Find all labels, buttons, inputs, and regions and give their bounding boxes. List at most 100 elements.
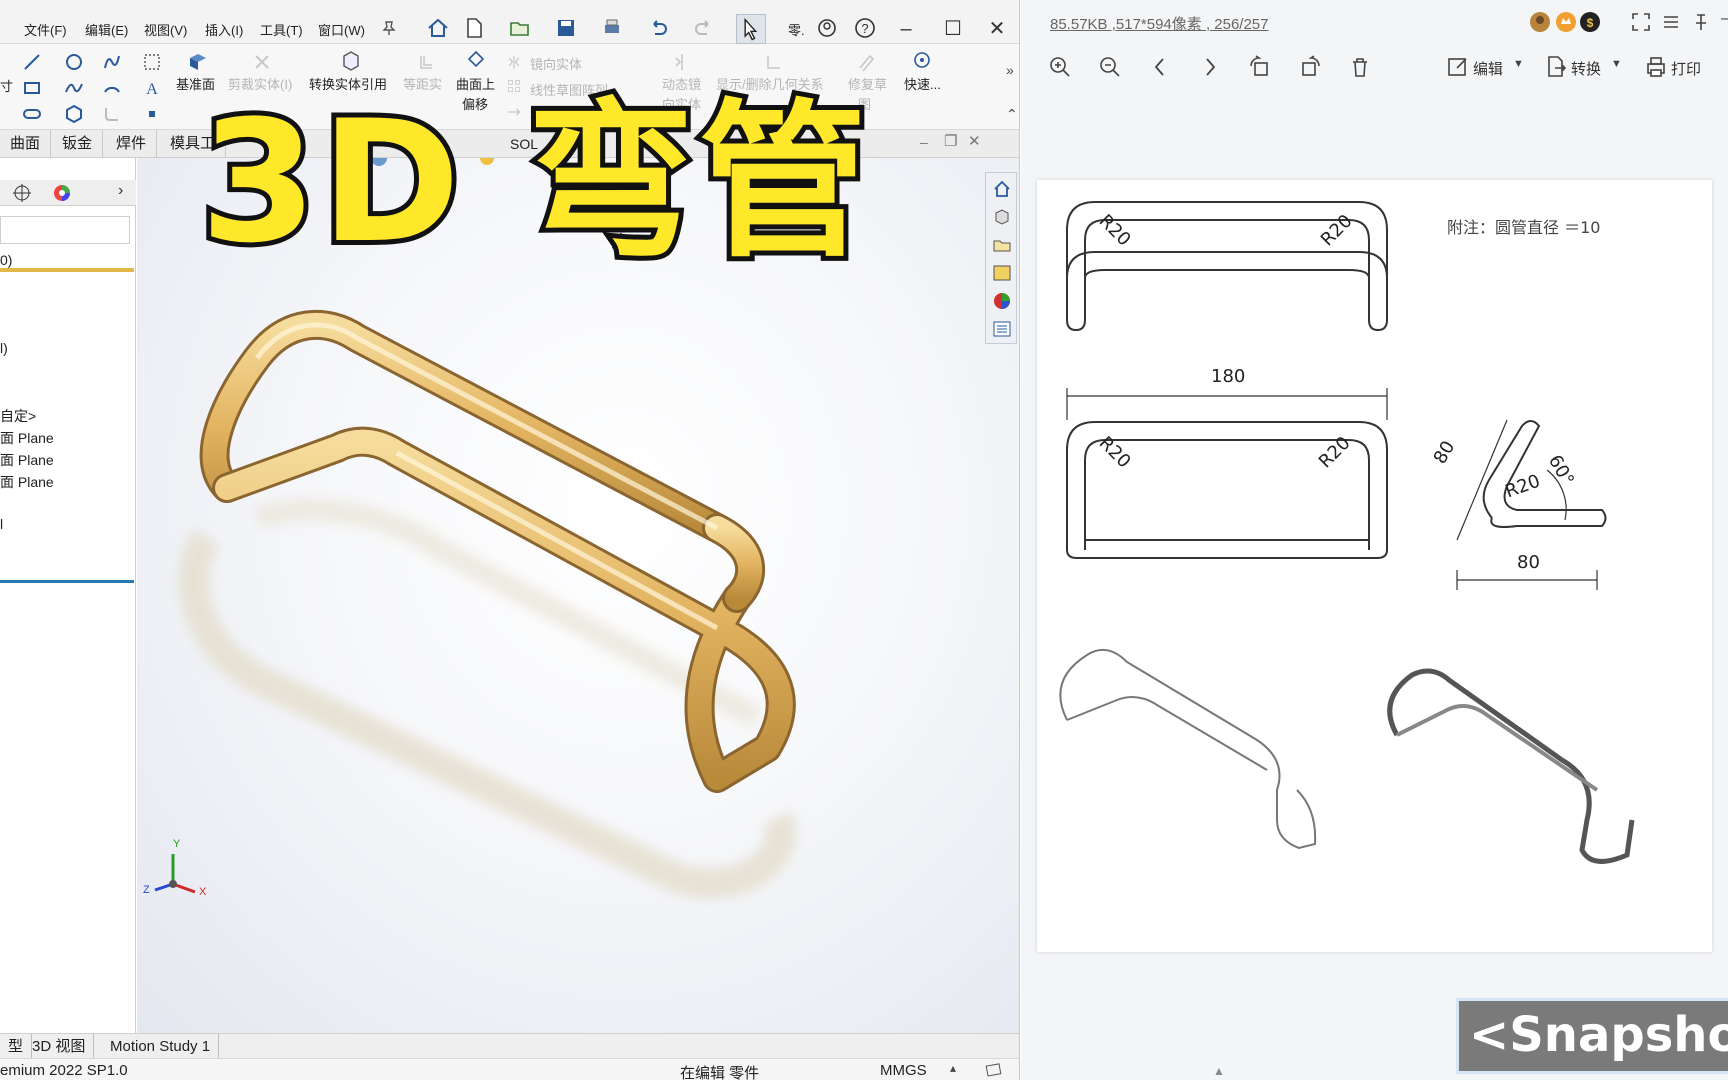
avatar[interactable]: [1529, 11, 1551, 33]
undo-icon[interactable]: [646, 16, 670, 40]
slot-icon[interactable]: [22, 104, 42, 124]
rotate-left-icon[interactable]: [1247, 54, 1273, 80]
design-library-icon[interactable]: [992, 207, 1012, 227]
quick-snaps-label[interactable]: 快速...: [904, 74, 941, 93]
spline-icon[interactable]: [64, 78, 84, 98]
tab-weldments[interactable]: 焊件: [106, 130, 158, 158]
dynamic-mirror-icon[interactable]: [672, 52, 692, 72]
file-info-label[interactable]: 85.57KB ,517*594像素 , 256/257: [1050, 13, 1269, 34]
resources-home-icon[interactable]: [992, 179, 1012, 199]
units-chevron-icon[interactable]: ▴: [950, 1061, 956, 1075]
convert-dropdown-icon[interactable]: ▼: [1611, 58, 1622, 70]
menu-icon[interactable]: [1661, 12, 1681, 32]
tree-filter-input[interactable]: [0, 216, 130, 244]
menu-edit[interactable]: 编辑(E): [85, 20, 128, 39]
menu-file[interactable]: 文件(F): [24, 20, 67, 39]
show-relations-icon[interactable]: [764, 52, 784, 72]
view-restore-button[interactable]: ❐: [944, 132, 957, 150]
tab-motion-study[interactable]: Motion Study 1: [102, 1034, 220, 1059]
tree-item-origin[interactable]: l: [0, 516, 3, 532]
curve-icon[interactable]: [102, 52, 122, 72]
edit-dropdown-icon[interactable]: ▼: [1513, 58, 1524, 70]
delete-icon[interactable]: [1347, 54, 1373, 80]
appearance-manager-icon[interactable]: [52, 183, 72, 203]
print-button-label[interactable]: 打印: [1671, 58, 1701, 79]
menu-tools[interactable]: 工具(T): [260, 20, 303, 39]
convert-entities-icon[interactable]: [340, 50, 362, 72]
new-document-icon[interactable]: [462, 16, 486, 40]
tab-sheet-metal[interactable]: 钣金: [52, 130, 104, 158]
select-tool-button[interactable]: [736, 14, 766, 44]
menu-window[interactable]: 窗口(W): [318, 20, 365, 39]
view-close-button[interactable]: ✕: [968, 132, 981, 150]
point-icon[interactable]: [142, 104, 162, 124]
vip-badge-icon[interactable]: [1555, 11, 1577, 33]
help-icon[interactable]: ?: [853, 16, 877, 40]
mirror-entities-icon[interactable]: [506, 54, 522, 70]
tree-item-front-plane[interactable]: 面 Plane: [0, 428, 54, 448]
view-minimize-button[interactable]: –: [920, 134, 928, 150]
previous-image-icon[interactable]: [1147, 54, 1173, 80]
home-icon[interactable]: [426, 16, 450, 40]
tab-3d-views[interactable]: 3D 视图: [24, 1034, 95, 1059]
datum-plane-icon[interactable]: [186, 50, 210, 74]
menu-view[interactable]: 视图(V): [144, 20, 187, 39]
tree-item-history[interactable]: l): [0, 340, 8, 356]
tab-surfaces[interactable]: 曲面: [0, 130, 52, 158]
coin-icon[interactable]: $: [1579, 11, 1601, 33]
polygon-icon[interactable]: [64, 104, 84, 124]
pin-window-icon[interactable]: [1691, 12, 1711, 32]
rectangle-icon[interactable]: [22, 78, 42, 98]
zoom-in-icon[interactable]: [1047, 54, 1073, 80]
rotate-right-icon[interactable]: [1297, 54, 1323, 80]
open-folder-icon[interactable]: [508, 16, 532, 40]
toolbar-extra[interactable]: 零.: [788, 20, 805, 39]
tree-item-material[interactable]: 自定>: [0, 406, 36, 426]
ribbon-more-icon[interactable]: »: [1006, 62, 1014, 78]
text-icon[interactable]: A: [142, 78, 162, 98]
tree-item-part[interactable]: 0): [0, 252, 12, 268]
mirror-entities-label[interactable]: 镜向实体: [530, 54, 582, 73]
tree-item-top-plane[interactable]: 面 Plane: [0, 450, 54, 470]
edit-icon[interactable]: [1445, 54, 1471, 80]
line-icon[interactable]: [22, 52, 42, 72]
close-button[interactable]: ✕: [980, 12, 1014, 46]
fullscreen-icon[interactable]: [1631, 12, 1651, 32]
tree-expand-icon[interactable]: ›: [118, 182, 123, 200]
menu-insert[interactable]: 插入(I): [205, 20, 243, 39]
config-manager-icon[interactable]: [12, 183, 32, 203]
minimize-button[interactable]: –: [889, 12, 923, 46]
fillet-icon[interactable]: [102, 104, 122, 124]
view-palette-icon[interactable]: [992, 263, 1012, 283]
trim-body-icon[interactable]: [252, 52, 272, 72]
convert-button-label[interactable]: 转换: [1571, 58, 1601, 79]
ribbon-dimension-label[interactable]: 寸: [0, 76, 13, 95]
file-explorer-icon[interactable]: [992, 235, 1012, 255]
print-icon[interactable]: [600, 16, 624, 40]
quick-snaps-icon[interactable]: [912, 50, 932, 70]
ribbon-collapse-icon[interactable]: ⌃: [1006, 106, 1018, 123]
user-account-icon[interactable]: [815, 16, 839, 40]
minimize-viewer-button[interactable]: –: [1721, 10, 1728, 28]
pin-icon[interactable]: [382, 20, 396, 36]
circle-icon[interactable]: [64, 52, 84, 72]
arc-icon[interactable]: [102, 78, 122, 98]
displayed-drawing-image[interactable]: 附注：圆管直径 ＝10 180 R20 R20 R20 R20 80 R20 6…: [1037, 180, 1712, 952]
unit-system-selector[interactable]: MMGS: [880, 1062, 927, 1079]
repair-sketch-icon[interactable]: [856, 52, 876, 72]
convert-icon[interactable]: [1543, 54, 1569, 80]
offset-entities-icon[interactable]: [416, 52, 436, 72]
construction-icon[interactable]: [142, 52, 162, 72]
save-icon[interactable]: [554, 16, 578, 40]
print-image-icon[interactable]: [1643, 54, 1669, 80]
rebuild-status-icon[interactable]: [985, 1062, 1003, 1078]
filmstrip-toggle-icon[interactable]: ▲: [1213, 1064, 1225, 1078]
zoom-out-icon[interactable]: [1097, 54, 1123, 80]
next-image-icon[interactable]: [1197, 54, 1223, 80]
appearances-icon[interactable]: [992, 291, 1012, 311]
redo-icon[interactable]: [692, 16, 716, 40]
maximize-button[interactable]: ☐: [936, 12, 970, 46]
tree-item-right-plane[interactable]: 面 Plane: [0, 472, 54, 492]
custom-properties-icon[interactable]: [992, 319, 1012, 339]
edit-button-label[interactable]: 编辑: [1473, 58, 1503, 79]
